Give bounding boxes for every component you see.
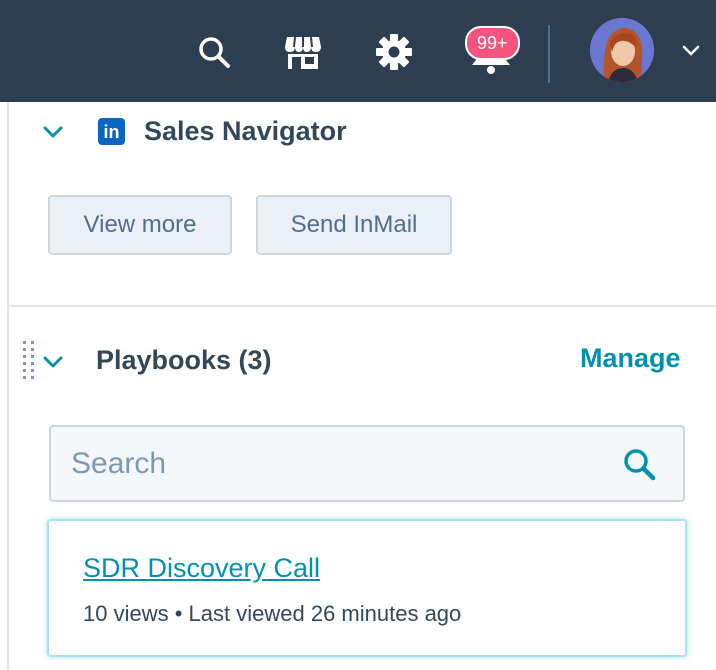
settings-gear-icon[interactable] — [374, 30, 414, 74]
sales-navigator-title: Sales Navigator — [144, 116, 347, 146]
search-icon[interactable] — [194, 30, 234, 74]
playbooks-search-box — [49, 425, 685, 502]
linkedin-logo-icon: in — [98, 118, 125, 145]
account-menu-chevron-down-icon[interactable] — [682, 44, 700, 62]
playbooks-search-input[interactable] — [51, 427, 611, 500]
meta-separator: • — [174, 601, 183, 626]
top-nav-bar: 99+ — [0, 0, 716, 102]
manage-playbooks-link[interactable]: Manage — [580, 343, 681, 374]
drag-handle-icon[interactable] — [22, 340, 36, 384]
sales-navigator-collapse-chevron-icon[interactable] — [42, 125, 64, 144]
user-avatar[interactable] — [590, 18, 654, 82]
notifications-button[interactable]: 99+ — [462, 22, 520, 74]
marketplace-icon[interactable] — [283, 30, 323, 74]
playbook-last-viewed: Last viewed 26 minutes ago — [188, 601, 462, 626]
topbar-divider — [548, 25, 550, 83]
playbook-views: 10 views — [83, 601, 169, 626]
send-inmail-button[interactable]: Send InMail — [256, 195, 452, 255]
section-divider — [8, 305, 716, 307]
playbooks-collapse-chevron-icon[interactable] — [42, 355, 64, 374]
search-icon[interactable] — [622, 447, 656, 486]
playbook-title-link[interactable]: SDR Discovery Call — [83, 553, 320, 584]
playbooks-title: Playbooks (3) — [96, 345, 272, 375]
view-more-button[interactable]: View more — [48, 195, 232, 255]
playbook-meta: 10 views • Last viewed 26 minutes ago — [83, 601, 461, 627]
sidebar-left-border — [7, 102, 9, 670]
notification-count-badge: 99+ — [465, 26, 520, 60]
playbook-card[interactable]: SDR Discovery Call 10 views • Last viewe… — [47, 519, 687, 657]
